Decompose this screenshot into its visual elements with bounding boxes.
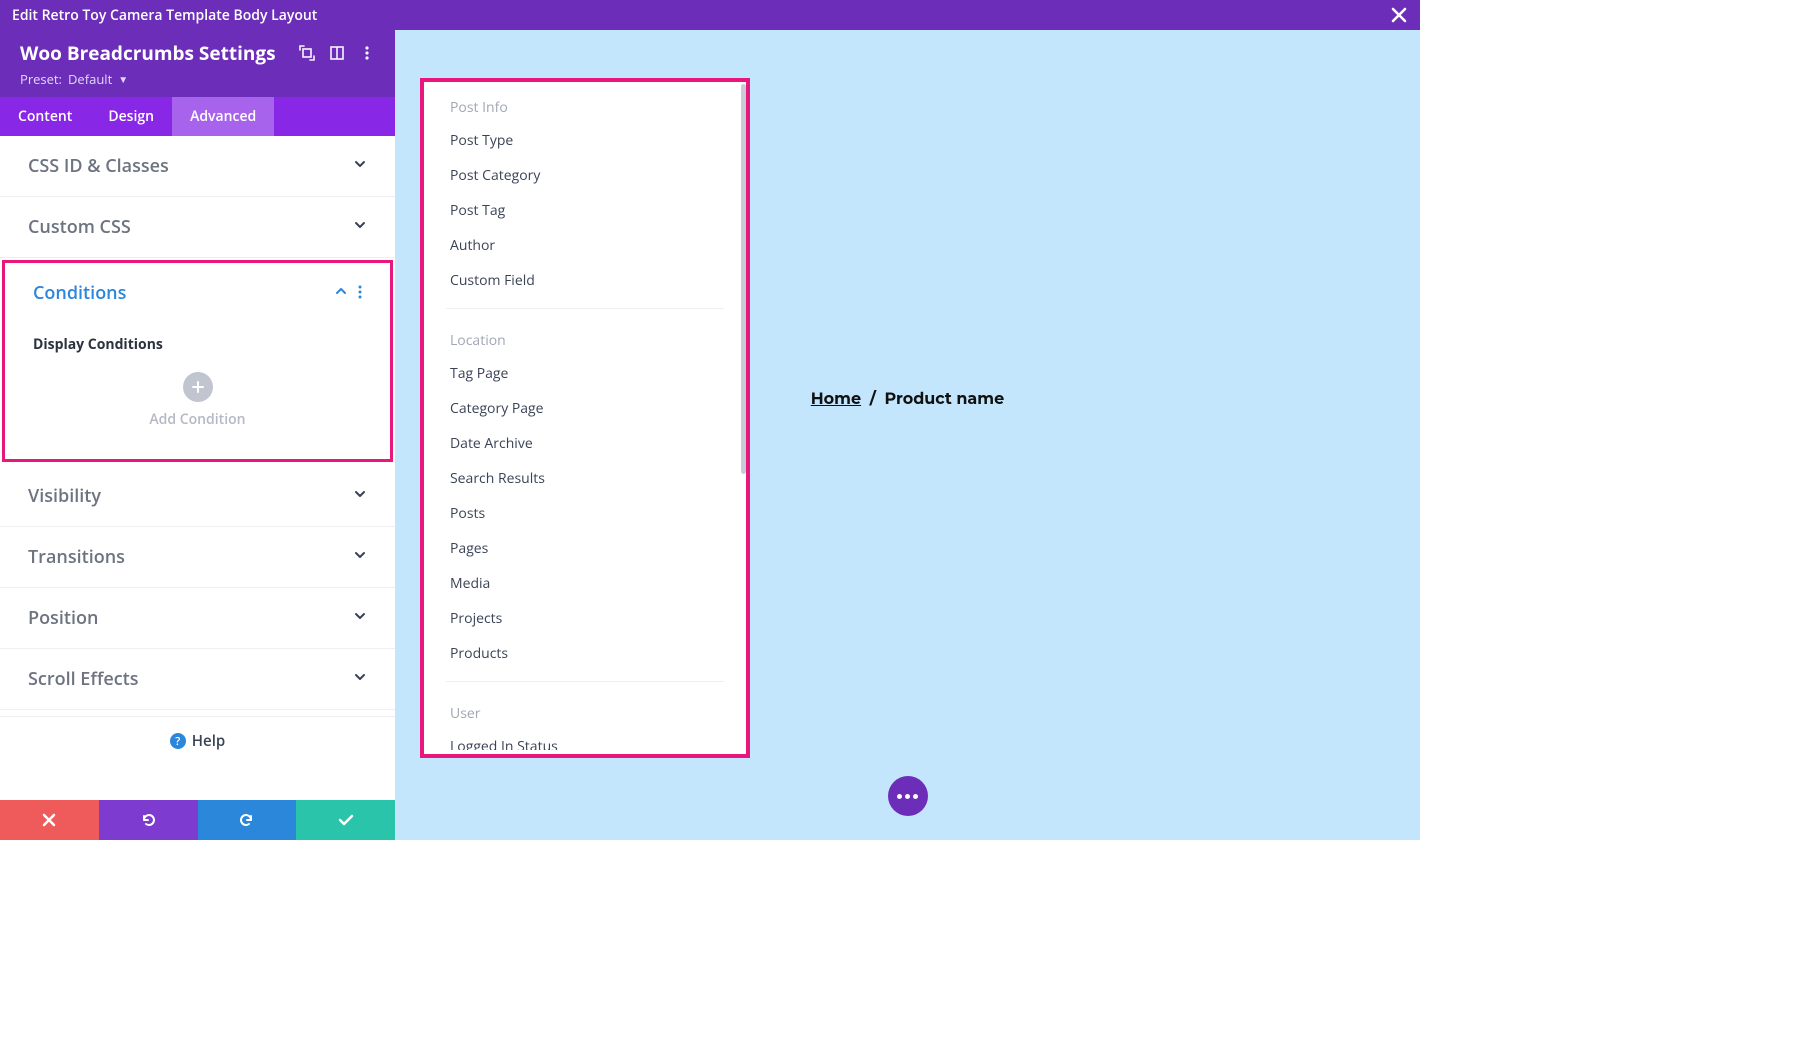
section-custom-css[interactable]: Custom CSS [0, 197, 395, 258]
chevron-down-icon [353, 547, 367, 567]
popup-item[interactable]: Category Page [428, 391, 742, 426]
popup-group-title: Location [428, 319, 742, 356]
expand-icon[interactable] [299, 45, 315, 61]
section-label: CSS ID & Classes [28, 154, 169, 178]
help-button[interactable]: ? Help [0, 716, 395, 765]
popup-item[interactable]: Custom Field [428, 263, 742, 298]
popup-item[interactable]: Post Type [428, 123, 742, 158]
popup-item[interactable]: Posts [428, 496, 742, 531]
popup-item[interactable]: Search Results [428, 461, 742, 496]
undo-button[interactable] [99, 800, 198, 840]
popup-item[interactable]: Post Category [428, 158, 742, 193]
help-label: Help [192, 731, 225, 751]
tabs: Content Design Advanced [0, 97, 395, 136]
tab-content[interactable]: Content [0, 97, 90, 136]
divider [446, 681, 724, 682]
more-icon[interactable] [358, 281, 362, 305]
section-label: Visibility [28, 484, 101, 508]
chevron-up-icon [334, 283, 348, 303]
chevron-down-icon [353, 156, 367, 176]
section-visibility[interactable]: Visibility [0, 466, 395, 527]
divider [446, 308, 724, 309]
popup-item[interactable]: Media [428, 566, 742, 601]
section-label: Conditions [33, 281, 126, 305]
section-label: Custom CSS [28, 215, 131, 239]
add-condition[interactable]: Add Condition [5, 372, 390, 429]
popup-item[interactable]: Tag Page [428, 356, 742, 391]
condition-type-popup: Post InfoPost TypePost CategoryPost TagA… [420, 78, 750, 758]
section-scroll-effects[interactable]: Scroll Effects [0, 649, 395, 710]
section-transitions[interactable]: Transitions [0, 527, 395, 588]
responsive-icon[interactable] [329, 45, 345, 61]
top-bar-title: Edit Retro Toy Camera Template Body Layo… [12, 6, 317, 25]
popup-item[interactable]: Post Tag [428, 193, 742, 228]
save-button[interactable] [296, 800, 395, 840]
breadcrumb-current: Product name [884, 390, 1004, 409]
section-label: Scroll Effects [28, 667, 139, 691]
popup-item[interactable]: Projects [428, 601, 742, 636]
popup-group-title: Post Info [428, 86, 742, 123]
tab-design[interactable]: Design [90, 97, 172, 136]
discard-button[interactable] [0, 800, 99, 840]
top-bar: Edit Retro Toy Camera Template Body Layo… [0, 0, 1420, 30]
breadcrumb-home-link[interactable]: Home [811, 390, 861, 409]
sections: CSS ID & Classes Custom CSS Conditions [0, 136, 395, 840]
popup-item[interactable]: Logged In Status [428, 729, 742, 750]
breadcrumb-separator: / [866, 390, 880, 409]
close-icon[interactable] [1390, 6, 1408, 24]
quick-actions-fab[interactable] [888, 776, 928, 816]
section-css-id-classes[interactable]: CSS ID & Classes [0, 136, 395, 197]
preset-label: Preset: [20, 70, 62, 88]
add-icon [183, 372, 213, 402]
preset-value: Default [68, 70, 112, 88]
section-label: Position [28, 606, 98, 630]
chevron-down-icon: ▼ [118, 72, 128, 86]
tab-advanced[interactable]: Advanced [172, 97, 274, 136]
action-bar [0, 800, 395, 840]
popup-item[interactable]: Pages [428, 531, 742, 566]
breadcrumb: Home / Product name [811, 390, 1005, 409]
chevron-down-icon [353, 217, 367, 237]
panel-title: Woo Breadcrumbs Settings [20, 40, 285, 66]
display-conditions-label: Display Conditions [5, 323, 390, 372]
popup-item[interactable]: Date Archive [428, 426, 742, 461]
help-icon: ? [170, 733, 186, 749]
popup-item[interactable]: Products [428, 636, 742, 671]
popup-scrollbar[interactable] [741, 84, 746, 474]
chevron-down-icon [353, 669, 367, 689]
popup-item[interactable]: Author [428, 228, 742, 263]
popup-group-title: User [428, 692, 742, 729]
redo-button[interactable] [198, 800, 297, 840]
panel-header: Woo Breadcrumbs Settings Preset: Default… [0, 30, 395, 97]
chevron-down-icon [353, 608, 367, 628]
settings-panel: Woo Breadcrumbs Settings Preset: Default… [0, 30, 395, 840]
section-conditions: Conditions Display Conditions [2, 260, 393, 462]
add-condition-label: Add Condition [149, 410, 245, 429]
section-label: Transitions [28, 545, 125, 569]
section-conditions-header[interactable]: Conditions [5, 263, 390, 323]
more-icon[interactable] [359, 45, 375, 61]
section-position[interactable]: Position [0, 588, 395, 649]
chevron-down-icon [353, 486, 367, 506]
preset-selector[interactable]: Preset: Default ▼ [20, 70, 128, 88]
